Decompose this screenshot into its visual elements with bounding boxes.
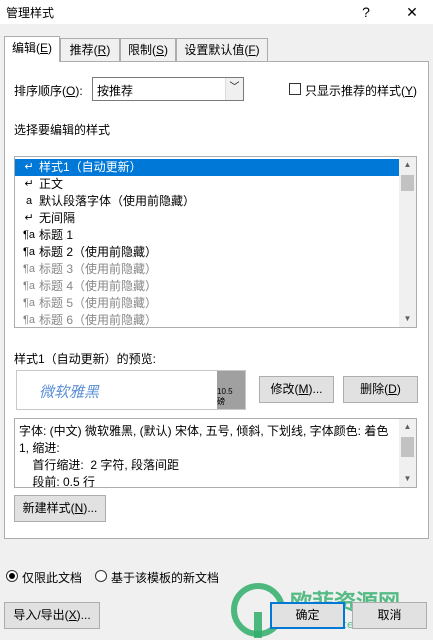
scroll-up-icon[interactable]: ▲ — [399, 419, 416, 435]
style-list-item[interactable]: ¶a 标题 5（使用前隐藏） — [15, 295, 400, 312]
paragraph-mark-icon: ↵ — [24, 178, 34, 190]
scope-new-documents-radio[interactable] — [95, 570, 107, 582]
character-style-icon: a — [25, 195, 33, 207]
linked-style-icon: ¶a — [22, 246, 36, 258]
dialog-title: 管理样式 — [6, 6, 55, 20]
cancel-button[interactable]: 取消 — [352, 602, 427, 629]
preview-sample-text: 微软雅黑 — [39, 383, 100, 401]
style-name: 标题 3（使用前隐藏） — [39, 262, 158, 276]
scroll-down-icon[interactable]: ▼ — [399, 311, 416, 327]
style-name: 标题 2（使用前隐藏） — [39, 245, 158, 259]
style-name: 标题 4（使用前隐藏） — [39, 279, 158, 293]
description-line: 字体: (中文) 微软雅黑, (默认) 宋体, 五号, 倾斜, 下划线, 字体颜… — [19, 424, 389, 438]
style-name: 默认段落字体（使用前隐藏） — [39, 194, 196, 208]
linked-style-icon: ¶a — [22, 229, 36, 241]
description-line: 1, 缩进: — [19, 441, 60, 455]
style-name: 标题 1 — [39, 228, 74, 242]
import-export-button[interactable]: 导入/导出(X)... — [4, 602, 100, 629]
style-name: 正文 — [39, 177, 64, 191]
style-name: 无间隔 — [39, 211, 76, 225]
style-name: 标题 6（使用前隐藏） — [39, 313, 158, 327]
style-list-scrollbar[interactable]: ▲ ▼ — [399, 157, 416, 327]
style-list-item[interactable]: ¶a 标题 3（使用前隐藏） — [15, 261, 400, 278]
ok-button[interactable]: 确定 — [270, 602, 345, 629]
style-list-item[interactable]: ¶a 标题 6（使用前隐藏） — [15, 312, 400, 327]
sort-order-value: 按推荐 — [97, 84, 134, 98]
preview-label: 样式1（自动更新）的预览: — [14, 352, 157, 366]
select-style-label: 选择要编辑的样式 — [14, 123, 111, 137]
style-list-item[interactable]: ↵ 样式1（自动更新） — [15, 159, 400, 176]
sort-order-select[interactable]: 按推荐 ﹀ — [92, 77, 244, 101]
style-list-item[interactable]: ↵ 正文 — [15, 176, 400, 193]
sort-order-label: 排序顺序(O): — [14, 84, 83, 98]
description-scrollbar[interactable]: ▲ ▼ — [399, 419, 416, 487]
paragraph-mark-icon: ↵ — [24, 161, 34, 173]
style-list-item[interactable]: ¶a 标题 4（使用前隐藏） — [15, 278, 400, 295]
close-icon: ✕ — [406, 4, 418, 20]
tab-edit[interactable]: 编辑(E) — [4, 36, 60, 62]
recommended-only-label[interactable]: 只显示推荐的样式(Y) — [305, 82, 417, 99]
watermark-stem — [254, 612, 262, 638]
delete-button[interactable]: 删除(D) — [343, 376, 418, 403]
style-list[interactable]: ↵ 样式1（自动更新） ↵ 正文 a 默认段落字体（使用前隐藏） ↵ 无间隔 ¶a 标题 1 ¶a 标… — [14, 156, 417, 328]
style-name: 标题 5（使用前隐藏） — [39, 296, 158, 310]
description-line: 首行缩进: 2 字符, 段落间距 — [19, 458, 180, 472]
scroll-thumb[interactable] — [401, 175, 414, 191]
style-description: 字体: (中文) 微软雅黑, (默认) 宋体, 五号, 倾斜, 下划线, 字体颜… — [14, 418, 417, 488]
linked-style-icon: ¶a — [22, 297, 36, 309]
close-button[interactable]: ✕ — [392, 0, 432, 24]
help-button[interactable]: ? — [346, 0, 386, 24]
style-preview: 微软雅黑 10.5 磅 — [16, 370, 246, 410]
style-name: 样式1（自动更新） — [39, 160, 142, 174]
scope-this-document-label[interactable]: 仅限此文档 — [22, 569, 82, 586]
modify-button[interactable]: 修改(M)... — [259, 376, 334, 403]
scope-new-documents-label[interactable]: 基于该模板的新文档 — [111, 569, 219, 586]
linked-style-icon: ¶a — [22, 314, 36, 326]
tab-set-defaults[interactable]: 设置默认值(F) — [176, 38, 268, 61]
style-list-item[interactable]: ¶a 标题 2（使用前隐藏） — [15, 244, 400, 261]
new-style-button[interactable]: 新建样式(N)... — [14, 495, 106, 522]
description-line: 段前: 0.5 行 — [19, 475, 96, 488]
linked-style-icon: ¶a — [22, 280, 36, 292]
style-list-item[interactable]: ¶a 标题 1 — [15, 227, 400, 244]
linked-style-icon: ¶a — [22, 263, 36, 275]
scope-this-document-radio[interactable] — [6, 570, 18, 582]
tab-recommend[interactable]: 推荐(R) — [60, 38, 120, 61]
tab-restrict[interactable]: 限制(S) — [120, 38, 176, 61]
scroll-down-icon[interactable]: ▼ — [399, 471, 416, 487]
style-list-item[interactable]: a 默认段落字体（使用前隐藏） — [15, 193, 400, 210]
paragraph-mark-icon: ↵ — [24, 212, 34, 224]
scroll-thumb[interactable] — [401, 437, 414, 457]
recommended-only-checkbox[interactable] — [289, 83, 301, 95]
style-list-item[interactable]: ↵ 无间隔 — [15, 210, 400, 227]
chevron-down-icon[interactable]: ﹀ — [225, 78, 243, 100]
scroll-up-icon[interactable]: ▲ — [399, 157, 416, 173]
preview-size-badge: 10.5 磅 — [217, 371, 245, 409]
